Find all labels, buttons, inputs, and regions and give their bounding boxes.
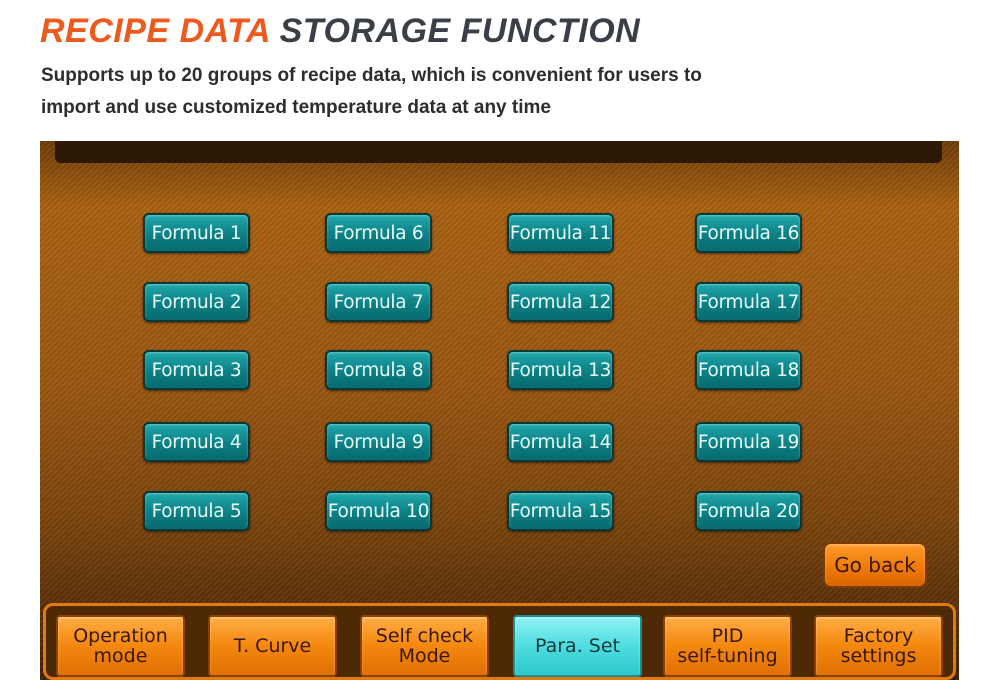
- nav-label-line: Operation: [73, 625, 168, 647]
- nav-label: Operation mode: [73, 626, 168, 666]
- nav-self-check-mode-button[interactable]: Self check Mode: [360, 615, 489, 677]
- formula-7-button[interactable]: Formula 7: [325, 282, 432, 322]
- nav-label-line: settings: [840, 645, 917, 667]
- nav-para-set-button[interactable]: Para. Set: [513, 615, 642, 677]
- formula-16-button[interactable]: Formula 16: [695, 213, 802, 253]
- formula-17-button[interactable]: Formula 17: [695, 282, 802, 322]
- title-rest: STORAGE FUNCTION: [279, 12, 641, 50]
- formula-19-button[interactable]: Formula 19: [695, 422, 802, 462]
- formula-20-button[interactable]: Formula 20: [695, 491, 802, 531]
- bottom-nav-bar: Operation mode T. Curve Self check Mode …: [43, 603, 956, 680]
- formula-5-button[interactable]: Formula 5: [143, 491, 250, 531]
- formula-18-button[interactable]: Formula 18: [695, 350, 802, 390]
- nav-label: PID self-tuning: [677, 626, 777, 666]
- subtitle-line-2: import and use customized temperature da…: [41, 97, 551, 118]
- nav-factory-settings-button[interactable]: Factory settings: [814, 615, 943, 677]
- formula-2-button[interactable]: Formula 2: [143, 282, 250, 322]
- page-subtitle: Supports up to 20 groups of recipe data,…: [41, 60, 801, 124]
- nav-pid-self-tuning-button[interactable]: PID self-tuning: [663, 615, 792, 677]
- formula-3-button[interactable]: Formula 3: [143, 350, 250, 390]
- nav-label-line: Factory: [843, 625, 914, 647]
- nav-label-line: Mode: [398, 645, 451, 667]
- title-accent: RECIPE DATA: [40, 12, 270, 50]
- nav-label: Self check Mode: [376, 626, 473, 666]
- hmi-screen: Formula 1 Formula 2 Formula 3 Formula 4 …: [40, 141, 959, 680]
- nav-label-line: mode: [93, 645, 148, 667]
- nav-label: Factory settings: [841, 626, 917, 666]
- formula-14-button[interactable]: Formula 14: [507, 422, 614, 462]
- formula-13-button[interactable]: Formula 13: [507, 350, 614, 390]
- nav-operation-mode-button[interactable]: Operation mode: [56, 615, 185, 677]
- formula-6-button[interactable]: Formula 6: [325, 213, 432, 253]
- formula-15-button[interactable]: Formula 15: [507, 491, 614, 531]
- formula-11-button[interactable]: Formula 11: [507, 213, 614, 253]
- nav-label-line: PID: [711, 625, 744, 647]
- subtitle-line-1: Supports up to 20 groups of recipe data,…: [41, 65, 702, 86]
- formula-4-button[interactable]: Formula 4: [143, 422, 250, 462]
- top-status-strip: [55, 141, 942, 163]
- formula-9-button[interactable]: Formula 9: [325, 422, 432, 462]
- page-title: RECIPE DATA STORAGE FUNCTION: [40, 12, 640, 51]
- go-back-button[interactable]: Go back: [823, 542, 927, 588]
- nav-label: T. Curve: [233, 635, 312, 657]
- nav-label-line: Self check: [375, 625, 474, 647]
- formula-8-button[interactable]: Formula 8: [325, 350, 432, 390]
- formula-1-button[interactable]: Formula 1: [143, 213, 250, 253]
- nav-label-line: self-tuning: [677, 645, 778, 667]
- nav-label: Para. Set: [535, 635, 620, 657]
- formula-10-button[interactable]: Formula 10: [325, 491, 432, 531]
- nav-t-curve-button[interactable]: T. Curve: [208, 615, 337, 677]
- formula-12-button[interactable]: Formula 12: [507, 282, 614, 322]
